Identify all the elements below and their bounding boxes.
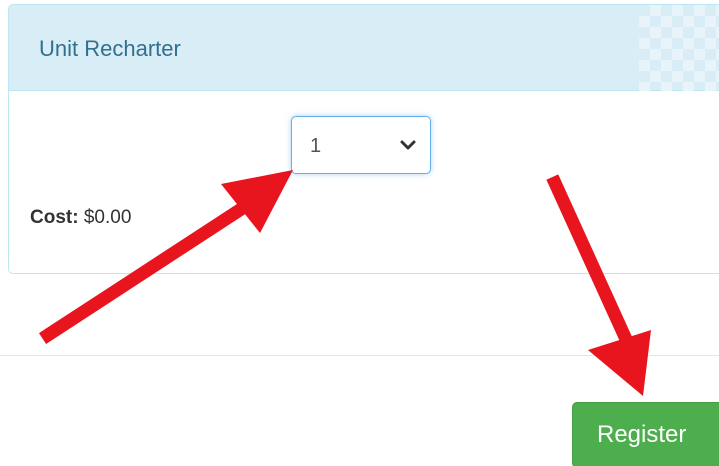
quantity-select[interactable]: 1 bbox=[291, 116, 431, 174]
cost-value: $0.00 bbox=[83, 207, 132, 228]
cost-label: Cost: bbox=[30, 207, 79, 228]
page: Unit Recharter 1 Cost: $0.00 Register bbox=[0, 0, 719, 466]
panel-heading: Unit Recharter bbox=[9, 5, 719, 91]
register-button[interactable]: Register bbox=[572, 402, 719, 466]
selected-value: 1 bbox=[310, 135, 322, 157]
heading-pattern-decoration bbox=[639, 5, 719, 91]
chevron-down-icon bbox=[399, 135, 417, 160]
cost-line: Cost: $0.00 bbox=[30, 207, 131, 229]
divider bbox=[0, 355, 719, 356]
panel-title: Unit Recharter bbox=[39, 36, 181, 61]
